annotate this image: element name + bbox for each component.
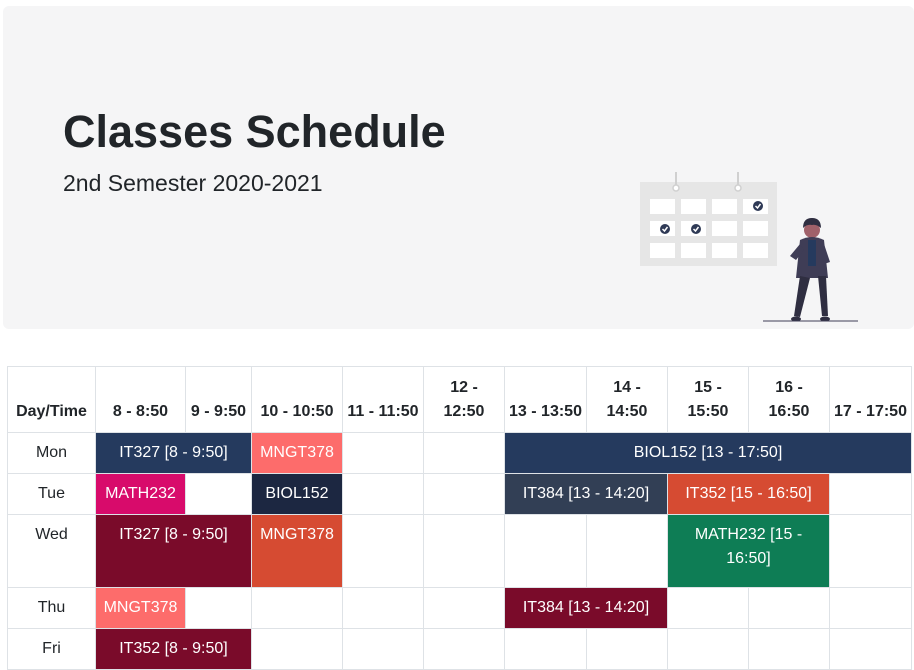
empty-slot bbox=[251, 587, 343, 629]
page-subtitle: 2nd Semester 2020-2021 bbox=[63, 170, 323, 196]
time-slot-header: 8 - 8:50 bbox=[95, 366, 186, 433]
day-label: Wed bbox=[7, 514, 96, 588]
empty-slot bbox=[342, 432, 424, 474]
empty-slot bbox=[829, 514, 912, 588]
course-block[interactable]: MATH232 bbox=[95, 473, 186, 515]
empty-slot bbox=[748, 628, 830, 670]
day-label: Mon bbox=[7, 432, 96, 474]
empty-slot bbox=[342, 628, 424, 670]
time-slot-header: 11 - 11:50 bbox=[342, 366, 424, 433]
empty-slot bbox=[423, 628, 505, 670]
time-slot-header: 9 - 9:50 bbox=[185, 366, 252, 433]
calendar-icon bbox=[640, 172, 777, 266]
empty-slot bbox=[342, 473, 424, 515]
course-block[interactable]: MNGT378 bbox=[251, 432, 343, 474]
course-block[interactable]: IT327 [8 - 9:50] bbox=[95, 432, 252, 474]
day-label: Thu bbox=[7, 587, 96, 629]
calendar-person-illustration bbox=[640, 172, 858, 322]
person-figure bbox=[790, 218, 830, 322]
empty-slot bbox=[748, 587, 830, 629]
empty-slot bbox=[829, 628, 912, 670]
empty-slot bbox=[185, 473, 252, 515]
course-block[interactable]: IT352 [15 - 16:50] bbox=[667, 473, 830, 515]
empty-slot bbox=[423, 432, 505, 474]
empty-slot bbox=[342, 587, 424, 629]
schedule-header: Day/Time 8 - 8:50 9 - 9:50 10 - 10:50 11 - … bbox=[7, 366, 912, 433]
empty-slot bbox=[423, 473, 505, 515]
course-block[interactable]: BIOL152 [13 - 17:50] bbox=[504, 432, 912, 474]
hero-banner: Classes Schedule 2nd Semester 2020-2021 bbox=[3, 6, 914, 329]
empty-slot bbox=[423, 514, 505, 588]
empty-slot bbox=[423, 587, 505, 629]
empty-slot bbox=[829, 587, 912, 629]
empty-slot bbox=[586, 514, 668, 588]
header-row: Day/Time 8 - 8:50 9 - 9:50 10 - 10:50 11 - … bbox=[7, 366, 912, 433]
time-slot-header: 15 - 15:50 bbox=[667, 366, 749, 433]
page-title: Classes Schedule bbox=[63, 106, 446, 157]
time-slot-header: 14 - 14:50 bbox=[586, 366, 668, 433]
empty-slot bbox=[185, 587, 252, 629]
schedule-row-mon: Mon IT327 [8 - 9:50] MNGT378 BIOL152 [13 - … bbox=[7, 432, 912, 474]
time-slot-header: 13 - 13:50 bbox=[504, 366, 587, 433]
empty-slot bbox=[829, 473, 912, 515]
course-block[interactable]: IT327 [8 - 9:50] bbox=[95, 514, 252, 588]
schedule-table: Day/Time 8 - 8:50 9 - 9:50 10 - 10:50 11 - … bbox=[7, 366, 912, 670]
time-slot-header: 17 - 17:50 bbox=[829, 366, 912, 433]
empty-slot bbox=[342, 514, 424, 588]
schedule-row-thu: Thu MNGT378 IT384 [13 - 14:20] bbox=[7, 587, 912, 629]
course-block[interactable]: BIOL152 bbox=[251, 473, 343, 515]
course-block[interactable]: MATH232 [15 - 16:50] bbox=[667, 514, 830, 588]
time-slot-header: 10 - 10:50 bbox=[251, 366, 343, 433]
schedule-row-fri: Fri IT352 [8 - 9:50] bbox=[7, 628, 912, 670]
empty-slot bbox=[667, 587, 749, 629]
empty-slot bbox=[586, 628, 668, 670]
empty-slot bbox=[504, 628, 587, 670]
course-block[interactable]: MNGT378 bbox=[251, 514, 343, 588]
course-block[interactable]: MNGT378 bbox=[95, 587, 186, 629]
schedule-row-wed: Wed IT327 [8 - 9:50] MNGT378 MATH232 [15 - … bbox=[7, 514, 912, 588]
day-label: Tue bbox=[7, 473, 96, 515]
time-slot-header: 16 - 16:50 bbox=[748, 366, 830, 433]
day-label: Fri bbox=[7, 628, 96, 670]
day-time-header: Day/Time bbox=[7, 366, 96, 433]
empty-slot bbox=[667, 628, 749, 670]
schedule-body: Mon IT327 [8 - 9:50] MNGT378 BIOL152 [13 - … bbox=[7, 432, 912, 670]
empty-slot bbox=[504, 514, 587, 588]
schedule-row-tue: Tue MATH232 BIOL152 IT384 [13 - 14:20] IT352… bbox=[7, 473, 912, 515]
course-block[interactable]: IT384 [13 - 14:20] bbox=[504, 587, 668, 629]
course-block[interactable]: IT384 [13 - 14:20] bbox=[504, 473, 668, 515]
empty-slot bbox=[251, 628, 343, 670]
course-block[interactable]: IT352 [8 - 9:50] bbox=[95, 628, 252, 670]
time-slot-header: 12 - 12:50 bbox=[423, 366, 505, 433]
